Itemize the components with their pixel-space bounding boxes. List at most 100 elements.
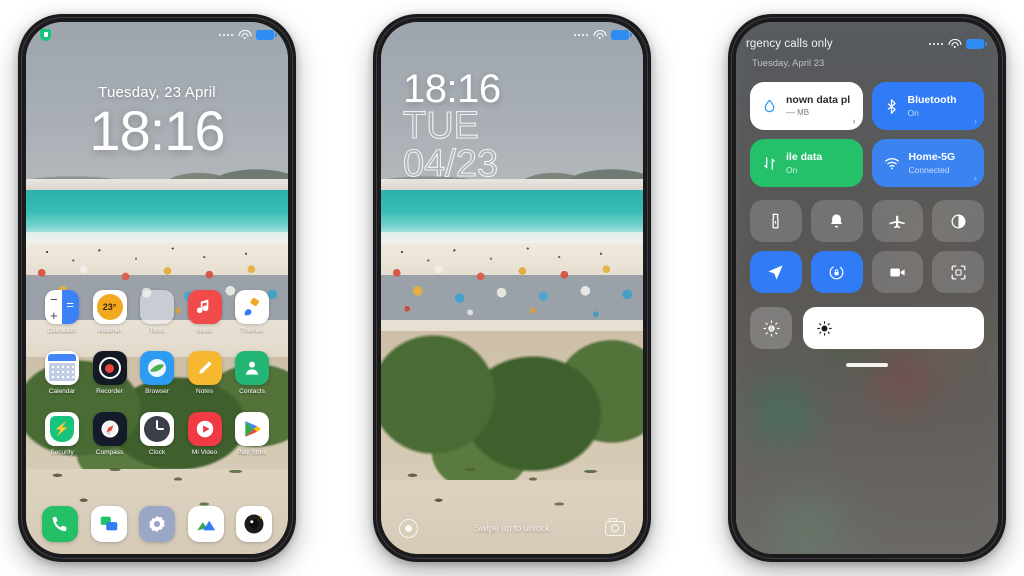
app-mi-video[interactable]: Mi Video [183,412,227,456]
app-clock[interactable]: Clock [135,412,179,456]
data-plan-card[interactable]: nown data pl –– MB › [750,82,863,130]
music-icon [187,290,222,324]
tools-folder-icon [140,290,174,324]
phone-3-frame: rgency calls only Tuesday, April 23 nown… [728,14,1006,562]
drag-handle[interactable] [846,363,888,367]
auto-brightness-toggle[interactable]: A [750,307,792,349]
lock-time: 18:16 [403,67,501,111]
recorder-icon [92,351,127,385]
clock-icon [140,412,174,446]
app-tools[interactable]: Tools [135,290,179,334]
app-label: Clock [148,449,166,456]
app-weather[interactable]: 23° Weather [88,290,132,334]
control-center-body: nown data pl –– MB › Bluetooth On › ile … [736,82,998,367]
card-title: ile data [786,151,823,164]
phone-icon[interactable] [42,506,78,542]
app-label: Calendar [48,388,76,395]
wifi-icon [238,30,251,40]
scan-toggle[interactable] [932,251,984,293]
bluetooth-card[interactable]: Bluetooth On › [871,82,984,130]
phones-stage: Tuesday, 23 April 18:16 − + = Calculator [0,0,1024,576]
messages-icon[interactable] [90,506,127,542]
mobile-data-card[interactable]: ile data On [750,139,863,187]
app-music[interactable]: Music [183,290,227,334]
card-subtitle: Connected [908,164,950,175]
app-play-store[interactable]: Play Store [230,412,274,456]
themes-icon [235,290,269,324]
play-store-icon [235,412,269,446]
app-themes[interactable]: Themes [230,290,274,334]
phone-3-screen[interactable]: rgency calls only Tuesday, April 23 nown… [736,22,998,554]
unlock-hint: Swipe up to unlock [474,523,550,533]
card-subtitle: On [786,164,798,175]
app-label: Notes [196,388,213,395]
camera-icon[interactable] [236,506,272,542]
card-title: Home-5G [908,151,956,164]
battery-icon [611,30,632,40]
wifi-icon [593,30,606,40]
screen-recorder-toggle[interactable] [871,251,924,293]
app-grid: − + = Calculator 23° Weather Tools Music… [26,290,288,473]
app-label: Contacts [239,388,265,395]
phone-1-clock-widget: Tuesday, 23 April 18:16 [26,84,288,161]
app-calculator[interactable]: − + = Calculator [40,290,84,334]
brightness-row: A [750,307,984,349]
security-icon: ⚡ [45,412,79,446]
signal-dots-icon [218,33,233,37]
dark-mode-toggle[interactable] [932,200,984,242]
chevron-right-icon: › [852,116,856,126]
phone-2-clock-widget: 18:16 TUE 04/23 [402,67,501,184]
app-label: Security [50,449,74,456]
browser-icon [140,351,174,385]
app-row: − + = Calculator 23° Weather Tools Music… [34,290,280,334]
airplane-icon [889,215,905,228]
video-icon [187,412,222,446]
chevron-right-icon: › [974,116,977,126]
control-center-header: rgency calls only Tuesday, April 23 [736,22,998,69]
rotation-lock-icon [829,265,844,279]
battery-icon [256,30,277,40]
phone-2-status-bar [381,22,643,48]
app-row: ⚡ Security Compass Clock Mi Video Play S… [34,412,280,456]
ringer-toggle[interactable] [810,200,863,242]
bell-icon [831,213,843,227]
app-recorder[interactable]: Recorder [88,351,132,395]
calculator-icon: − + = [45,290,79,324]
phone-1-status-bar [26,22,288,48]
settings-gear-icon[interactable] [139,506,175,542]
shield-icon [40,29,51,41]
signal-dots-icon [573,33,588,37]
brightness-slider[interactable] [803,307,984,349]
unlock-footer: Swipe up to unlock [381,514,643,542]
app-contacts[interactable]: Contacts [230,351,274,395]
app-calendar[interactable]: Calendar [40,351,84,395]
auto-brightness-icon: A [762,319,780,337]
contacts-icon [235,351,269,385]
app-row: Calendar Recorder Browser Notes Contacts [34,351,280,395]
flashlight-icon [772,213,779,228]
weather-temp: 23° [96,294,123,320]
date-label: Tuesday, April 23 [752,58,825,69]
calendar-icon [45,351,79,385]
phone-1-screen[interactable]: Tuesday, 23 April 18:16 − + = Calculator [26,22,288,554]
app-browser[interactable]: Browser [135,351,179,395]
airplane-mode-toggle[interactable] [871,200,924,242]
app-label: Browser [145,388,169,395]
app-notes[interactable]: Notes [183,351,227,395]
flashlight-toggle[interactable] [750,200,802,242]
rotation-lock-toggle[interactable] [810,251,863,293]
location-toggle[interactable] [750,251,802,293]
dock [26,506,288,542]
gallery-icon[interactable] [187,506,224,542]
lock-weekday: TUE [402,105,479,148]
app-label: Mi Video [191,449,218,456]
wifi-card[interactable]: Home-5G Connected › [871,139,984,187]
carrier-label: rgency calls only [746,38,833,50]
app-label: Tools [149,327,165,334]
app-compass[interactable]: Compass [88,412,132,456]
phone-2-screen[interactable]: 18:16 TUE 04/23 Swipe up to unlock [381,22,643,554]
lock-time: 18:16 [89,99,225,162]
app-security[interactable]: ⚡ Security [40,412,84,456]
camera-icon[interactable] [605,517,625,536]
compass-icon [92,412,127,446]
